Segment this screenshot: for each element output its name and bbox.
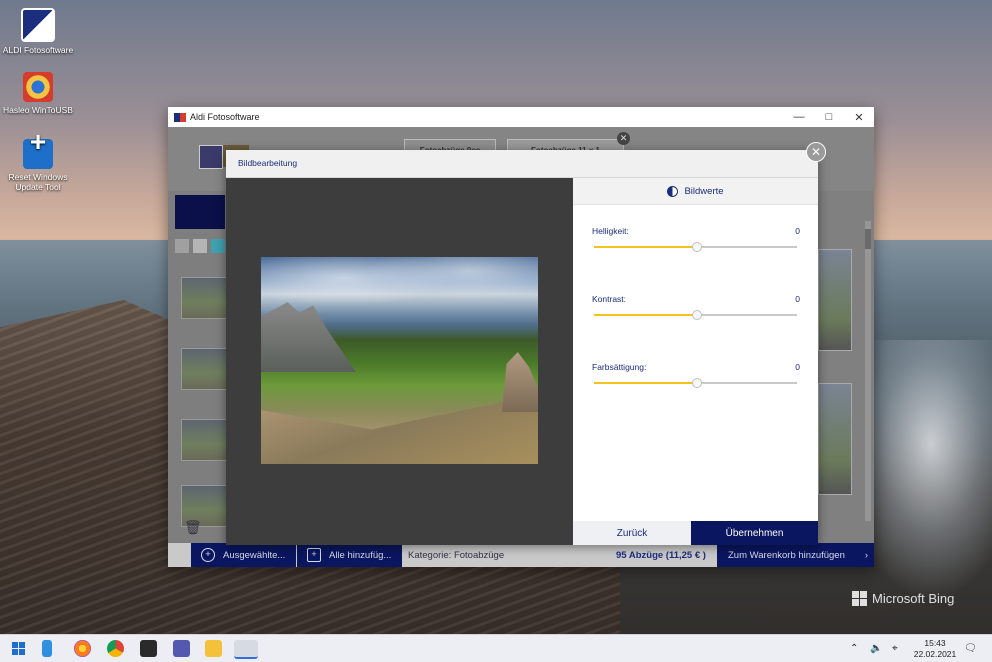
- brightness-label: Helligkeit:: [592, 226, 629, 236]
- clock-time: 15:43: [924, 638, 946, 648]
- order-summary: 95 Abzüge (11,25 € ): [616, 549, 706, 561]
- store-icon[interactable]: [140, 640, 157, 657]
- category-label: Kategorie: Fotoabzüge: [408, 549, 505, 561]
- saturation-label: Farbsättigung:: [592, 362, 647, 372]
- aldi-taskbar-icon[interactable]: [234, 640, 258, 659]
- contrast-slider-fill: [594, 314, 696, 316]
- photo-thumbnail[interactable]: [181, 277, 227, 319]
- volume-icon[interactable]: 🔈: [870, 635, 882, 662]
- add-selected-label: Ausgewählte...: [223, 549, 286, 561]
- panel-header: Bildwerte: [573, 178, 818, 205]
- view-grid-medium-icon[interactable]: [193, 239, 207, 253]
- app-right-pane: [818, 191, 874, 543]
- add-all-label: Alle hinzufüg...: [329, 549, 392, 561]
- brightness-slider-knob[interactable]: [691, 242, 702, 252]
- contrast-icon: [667, 185, 679, 197]
- left-navy-block: [175, 195, 225, 229]
- apply-button[interactable]: Übernehmen: [691, 521, 818, 545]
- view-grid-small-icon[interactable]: [175, 239, 189, 253]
- tab-close-icon[interactable]: ✕: [617, 132, 630, 145]
- contrast-value: 0: [795, 294, 800, 304]
- windows-logo-icon: [12, 642, 25, 655]
- saturation-value: 0: [795, 362, 800, 372]
- brightness-slider-fill: [594, 246, 696, 248]
- photo-thumbnail[interactable]: [818, 383, 852, 495]
- add-to-cart-label: Zum Warenkorb hinzufügen: [728, 549, 845, 561]
- contrast-label: Kontrast:: [592, 294, 627, 304]
- add-all-icon: +: [307, 548, 321, 562]
- tray-chevron-up-icon[interactable]: ⌃: [850, 635, 858, 662]
- notification-center-icon[interactable]: 🗨: [964, 635, 977, 662]
- image-edit-dialog: Bildbearbeitung Bildwerte Helligkeit: 0 …: [226, 150, 818, 545]
- photo-thumbnail[interactable]: [181, 348, 227, 390]
- app-bottom-bar: + Ausgewählte... + Alle hinzufüg... Kate…: [168, 543, 874, 567]
- aldi-app-icon: [21, 8, 55, 42]
- photo-slope: [261, 394, 538, 464]
- trash-icon[interactable]: 🗑: [184, 519, 202, 536]
- aldi-title-icon: [174, 112, 186, 122]
- scrollbar-track[interactable]: [865, 221, 871, 521]
- app-left-pane: 🗑: [168, 191, 228, 543]
- dialog-header: Bildbearbeitung: [226, 150, 818, 178]
- back-button[interactable]: Zurück: [573, 521, 691, 545]
- file-explorer-icon[interactable]: [205, 640, 222, 657]
- contrast-slider-knob[interactable]: [691, 310, 702, 320]
- brightness-value: 0: [795, 226, 800, 236]
- scrollbar-thumb[interactable]: [865, 229, 871, 249]
- phone-link-icon[interactable]: [42, 640, 52, 657]
- firefox-icon[interactable]: [74, 640, 91, 657]
- dialog-close-button[interactable]: ✕: [806, 142, 826, 162]
- chrome-icon[interactable]: [107, 640, 124, 657]
- panel-title: Bildwerte: [684, 185, 724, 197]
- chevron-right-icon: ›: [864, 549, 868, 561]
- bing-logo-icon: [852, 591, 867, 606]
- add-all-button[interactable]: + Alle hinzufüg...: [297, 543, 402, 567]
- network-icon[interactable]: ⌖: [892, 635, 898, 662]
- bing-watermark: Microsoft Bing: [852, 591, 954, 606]
- start-button[interactable]: [10, 640, 27, 657]
- desktop-icon-label: Reset Windows Update Tool: [8, 172, 68, 192]
- taskbar-clock[interactable]: 15:43 22.02.2021: [910, 638, 960, 660]
- aldi-logo-icon: [199, 145, 223, 169]
- reset-tool-icon: [23, 137, 53, 169]
- teams-icon[interactable]: [173, 640, 190, 657]
- desktop-icon-label: Hasleo WinToUSB: [3, 105, 73, 115]
- desktop-icon-hasleo[interactable]: Hasleo WinToUSB: [0, 72, 76, 115]
- saturation-slider-knob[interactable]: [691, 378, 702, 388]
- app-titlebar: Aldi Fotosoftware — □ ✕: [168, 107, 874, 127]
- photo-preview: [261, 257, 538, 464]
- desktop-icon-reset-windows[interactable]: Reset Windows Update Tool: [0, 137, 76, 192]
- desktop-icon-label: ALDI Fotosoftware: [2, 45, 74, 55]
- view-grid-large-icon[interactable]: [211, 239, 225, 253]
- plus-circle-icon: +: [201, 548, 215, 562]
- clock-date: 22.02.2021: [913, 649, 957, 659]
- add-to-cart-button[interactable]: Zum Warenkorb hinzufügen ›: [717, 543, 874, 567]
- desktop-icon-aldi[interactable]: ALDI Fotosoftware: [0, 8, 76, 55]
- contrast-slider[interactable]: [594, 310, 797, 320]
- adjustment-panel: Bildwerte Helligkeit: 0 Kontrast: 0 Farb…: [573, 178, 818, 521]
- bing-watermark-text: Microsoft Bing: [872, 591, 955, 606]
- dialog-title: Bildbearbeitung: [238, 158, 298, 168]
- photo-thumbnail[interactable]: [818, 249, 852, 351]
- minimize-button[interactable]: —: [784, 107, 814, 127]
- maximize-button[interactable]: □: [814, 107, 844, 127]
- taskbar: ⌃ 🔈 ⌖ 15:43 22.02.2021 🗨: [0, 634, 992, 662]
- saturation-slider-fill: [594, 382, 696, 384]
- brightness-slider[interactable]: [594, 242, 797, 252]
- hasleo-app-icon: [23, 72, 53, 102]
- saturation-slider[interactable]: [594, 378, 797, 388]
- photo-thumbnail[interactable]: [181, 419, 227, 461]
- add-selected-button[interactable]: + Ausgewählte...: [191, 543, 296, 567]
- app-title: Aldi Fotosoftware: [190, 112, 260, 122]
- close-window-button[interactable]: ✕: [844, 107, 874, 127]
